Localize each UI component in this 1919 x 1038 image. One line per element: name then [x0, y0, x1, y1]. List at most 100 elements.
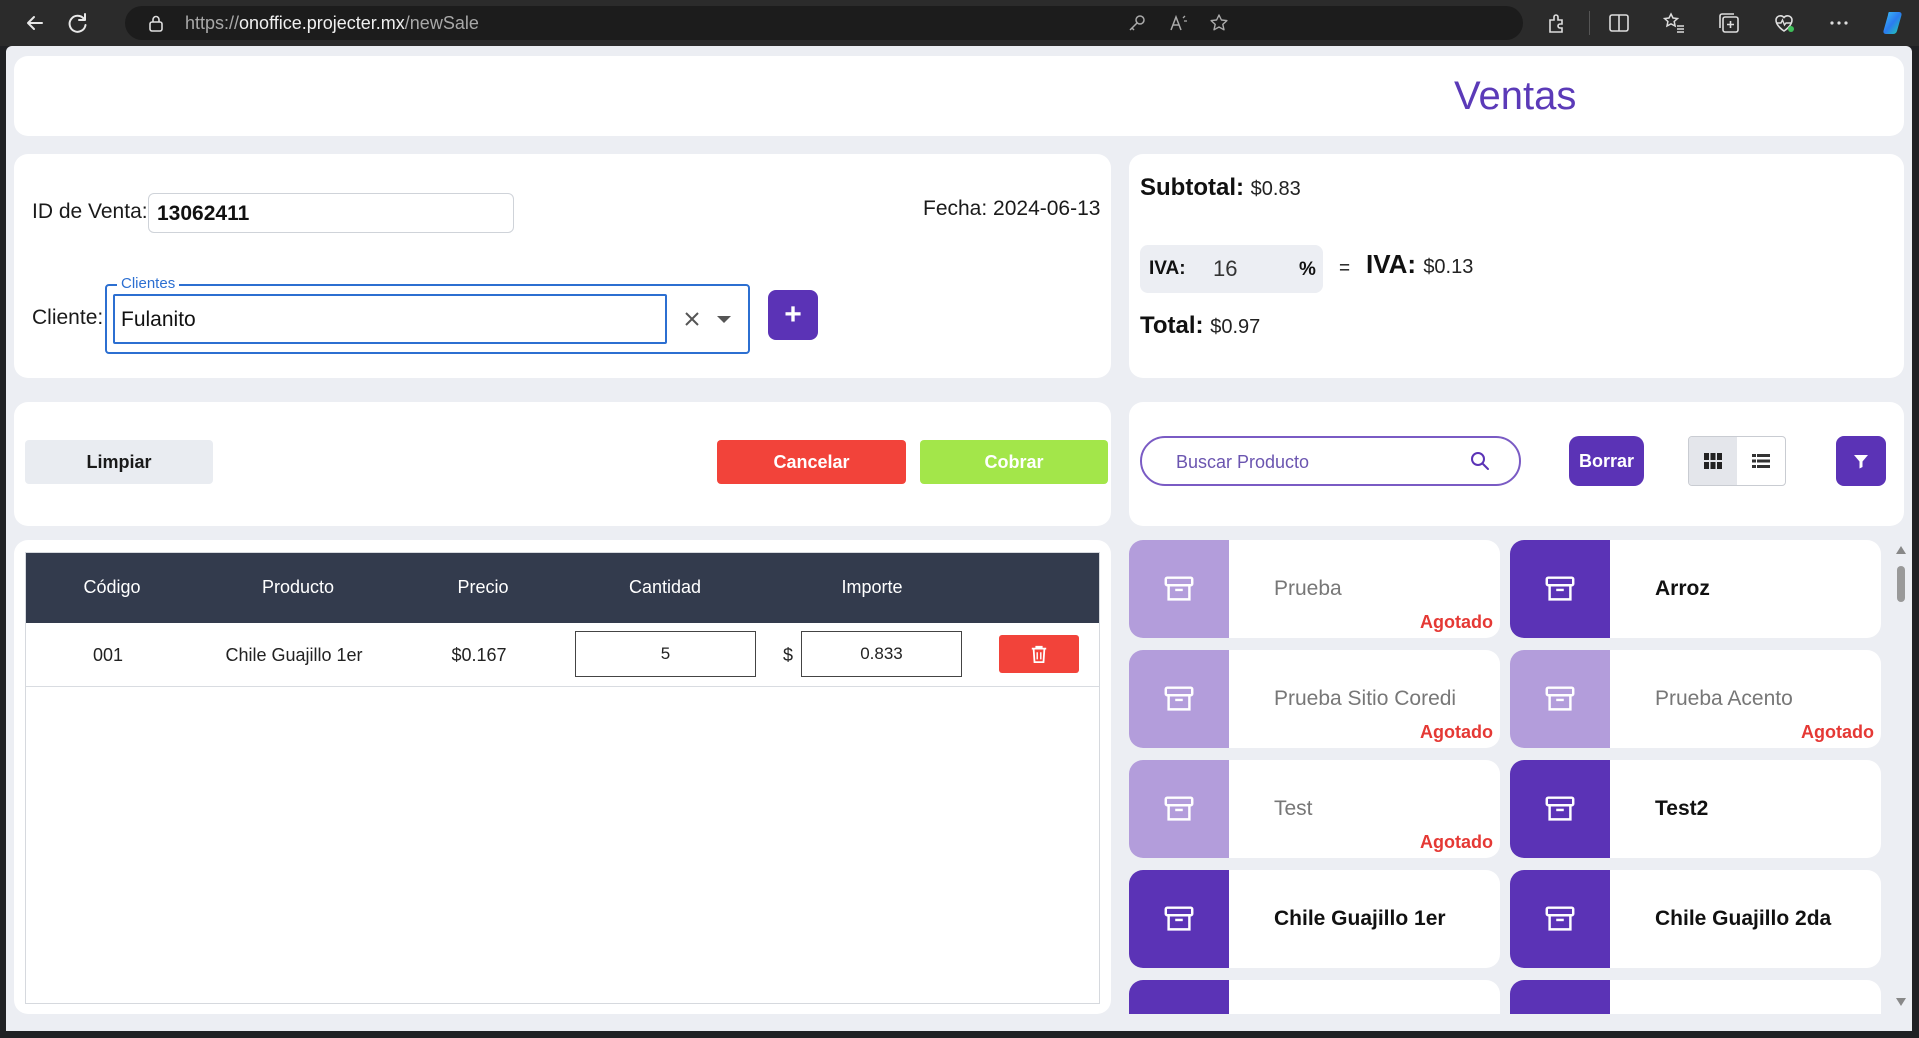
product-name: Test2 [1655, 797, 1709, 820]
client-field-legend: Clientes [117, 275, 180, 292]
scroll-down-arrow-icon[interactable] [1896, 998, 1906, 1006]
equals-sign: = [1339, 258, 1351, 279]
column-header-product: Producto [261, 577, 335, 597]
iva-amount-label: IVA: [1366, 249, 1417, 279]
product-name: Chile Guajillo 1er [1274, 907, 1446, 930]
column-header-quantity: Cantidad [628, 577, 702, 597]
url-text: https://onoffice.projecter.mx/newSale [185, 13, 479, 34]
add-client-button[interactable]: + [768, 290, 818, 340]
list-view-icon[interactable] [1737, 437, 1785, 485]
archive-box-icon [1129, 650, 1229, 748]
table-header: Código Producto Precio Cantidad Importe [26, 553, 1099, 623]
iva-rate-value[interactable]: 16 [1213, 256, 1237, 282]
product-name: Prueba [1274, 577, 1342, 600]
search-icon[interactable] [1469, 450, 1491, 472]
product-name: Test [1274, 797, 1313, 820]
clear-search-button[interactable]: Borrar [1569, 436, 1644, 486]
row-price: $0.167 [451, 645, 507, 665]
delete-row-button[interactable] [999, 635, 1079, 673]
out-of-stock-badge: Agotado [1801, 722, 1874, 742]
product-card[interactable]: Prueba Acento Agotado [1510, 650, 1881, 748]
favorite-star-icon[interactable] [1209, 13, 1229, 33]
header-card: Ventas [14, 56, 1904, 136]
view-mode-toggle [1688, 436, 1786, 486]
product-card[interactable] [1510, 980, 1881, 1014]
product-grid-scrollbar[interactable] [1892, 540, 1910, 1014]
product-card[interactable]: Prueba Sitio Coredi Agotado [1129, 650, 1500, 748]
out-of-stock-badge: Agotado [1420, 832, 1493, 852]
extensions-icon[interactable] [1545, 11, 1569, 35]
row-product: Chile Guajillo 1er [225, 645, 363, 665]
column-header-code: Código [83, 577, 141, 597]
product-card[interactable]: Chile Guajillo 2da [1510, 870, 1881, 968]
iva-amount-value: $0.13 [1423, 256, 1474, 278]
iva-percent-sign: % [1299, 259, 1316, 280]
url-host: onoffice.projecter.mx [239, 13, 405, 33]
iva-amount-row: IVA: $0.13 [1366, 249, 1473, 280]
filter-button[interactable] [1836, 436, 1886, 486]
archive-box-icon [1510, 870, 1610, 968]
copilot-icon[interactable] [1880, 9, 1908, 37]
sale-date: Fecha: 2024-06-13 [923, 197, 1100, 221]
archive-box-icon [1129, 980, 1229, 1014]
out-of-stock-badge: Agotado [1420, 722, 1493, 742]
refresh-icon[interactable] [63, 8, 93, 38]
archive-box-icon [1129, 540, 1229, 638]
client-label: Cliente: [32, 306, 104, 329]
column-header-price: Precio [457, 577, 509, 597]
archive-box-icon [1510, 980, 1610, 1014]
subtotal-value: $0.83 [1250, 178, 1301, 200]
grid-view-icon[interactable] [1689, 437, 1737, 485]
archive-box-icon [1510, 760, 1610, 858]
lock-icon [147, 14, 165, 32]
trash-icon [1031, 645, 1047, 663]
row-currency: $ [783, 645, 794, 665]
key-icon[interactable] [1127, 13, 1147, 33]
totals-card: Subtotal: $0.83 IVA: 16 % = IVA: $0.13 T… [1129, 154, 1904, 378]
product-card[interactable]: Arroz [1510, 540, 1881, 638]
amount-input[interactable]: 0.833 [801, 631, 962, 677]
sale-info-card: ID de Venta: 13062411 Fecha: 2024-06-13 … [14, 154, 1111, 378]
page-title: Ventas [1454, 74, 1577, 118]
clear-button[interactable]: Limpiar [25, 440, 213, 484]
client-input[interactable]: Fulanito [113, 294, 667, 344]
client-dropdown-icon[interactable] [717, 316, 731, 323]
product-card[interactable]: Chile Guajillo 1er [1129, 870, 1500, 968]
cancel-button[interactable]: Cancelar [717, 440, 906, 484]
total-label: Total: [1140, 312, 1204, 339]
back-icon[interactable] [20, 8, 50, 38]
iva-rate-field[interactable]: IVA: 16 % [1140, 245, 1323, 293]
search-placeholder: Buscar Producto [1176, 452, 1310, 472]
subtotal-label: Subtotal: [1140, 174, 1244, 201]
client-autocomplete[interactable]: Clientes Fulanito [105, 275, 750, 354]
actions-card: Limpiar Cancelar Cobrar [14, 402, 1111, 526]
product-name: Prueba Acento [1655, 687, 1793, 710]
date-label: Fecha: [923, 197, 988, 220]
scrollbar-thumb[interactable] [1897, 566, 1905, 602]
product-card[interactable]: Prueba Agotado [1129, 540, 1500, 638]
product-card[interactable]: Test2 [1510, 760, 1881, 858]
split-screen-icon[interactable] [1607, 11, 1631, 35]
product-card[interactable]: Test Agotado [1129, 760, 1500, 858]
charge-button[interactable]: Cobrar [920, 440, 1108, 484]
collections-icon[interactable] [1717, 11, 1741, 35]
total-row: Total: $0.97 [1140, 312, 1260, 340]
product-card[interactable] [1129, 980, 1500, 1014]
scroll-up-arrow-icon[interactable] [1896, 546, 1906, 554]
row-code: 001 [92, 645, 124, 665]
address-bar[interactable]: https://onoffice.projecter.mx/newSale [125, 6, 1523, 40]
archive-box-icon [1129, 870, 1229, 968]
sale-id-field[interactable]: 13062411 [148, 193, 514, 233]
quantity-input[interactable]: 5 [575, 631, 756, 677]
sale-id-label: ID de Venta: [32, 200, 148, 223]
favorites-icon[interactable] [1662, 11, 1686, 35]
browser-essentials-icon[interactable] [1772, 11, 1796, 35]
page-content: Ventas ID de Venta: 13062411 Fecha: 2024… [6, 46, 1912, 1031]
product-search-input[interactable]: Buscar Producto [1140, 436, 1521, 486]
archive-box-icon [1510, 540, 1610, 638]
read-aloud-icon[interactable] [1168, 13, 1188, 33]
more-menu-icon[interactable] [1827, 11, 1851, 35]
url-scheme: https:// [185, 13, 240, 33]
clear-client-icon[interactable] [681, 308, 703, 330]
product-name: Arroz [1655, 577, 1710, 600]
